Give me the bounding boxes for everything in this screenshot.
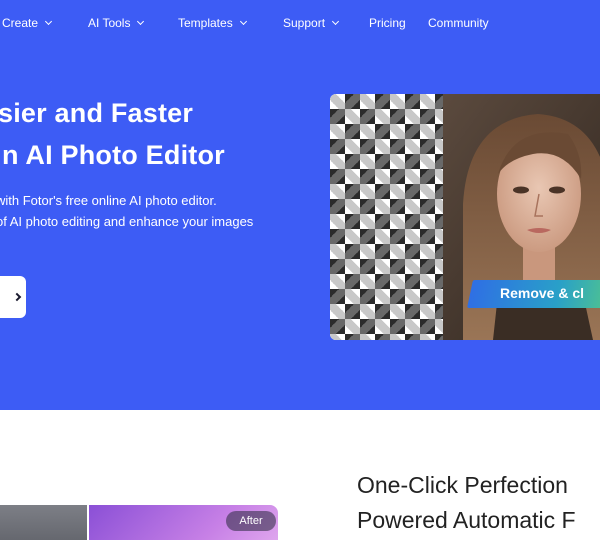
- remove-background-preview: Remove & cl: [330, 94, 600, 340]
- nav-item-create[interactable]: Create: [2, 16, 53, 30]
- remove-background-label: Remove & cl: [500, 285, 585, 301]
- top-nav: Create AI Tools Templates Support Pricin…: [0, 0, 600, 46]
- nav-item-label: AI Tools: [88, 16, 131, 30]
- arrow-right-icon: [12, 292, 22, 302]
- get-started-button[interactable]: [0, 276, 26, 318]
- hero-title-line-2: n AI Photo Editor: [2, 140, 225, 170]
- nav-item-label: Templates: [178, 16, 233, 30]
- nav-item-support[interactable]: Support: [283, 16, 340, 30]
- nav-item-ai-tools[interactable]: AI Tools: [88, 16, 145, 30]
- hero-title-line-1: sier and Faster: [0, 98, 194, 128]
- chevron-down-icon: [331, 17, 340, 26]
- before-image: [0, 505, 88, 540]
- chevron-down-icon: [137, 17, 145, 26]
- nav-item-pricing[interactable]: Pricing: [369, 16, 406, 30]
- nav-item-community[interactable]: Community: [428, 16, 489, 30]
- nav-item-label: Community: [428, 16, 489, 30]
- hero-section: sier and Faster n AI Photo Editor with F…: [0, 46, 600, 410]
- section-title-line-1: One-Click Perfection: [357, 472, 568, 498]
- comparison-slider-handle[interactable]: [87, 505, 89, 540]
- nav-item-label: Pricing: [369, 16, 406, 30]
- hero-subtitle-line-2: of AI photo editing and enhance your ima…: [0, 214, 254, 229]
- hero-subtitle-line-1: with Fotor's free online AI photo editor…: [0, 193, 217, 208]
- chevron-down-icon: [44, 17, 53, 26]
- nav-item-templates[interactable]: Templates: [178, 16, 247, 30]
- section-title-line-2: Powered Automatic F: [357, 507, 576, 533]
- nav-item-label: Create: [2, 16, 39, 30]
- chevron-down-icon: [239, 17, 247, 26]
- after-badge: After: [226, 511, 276, 531]
- nav-item-label: Support: [283, 16, 326, 30]
